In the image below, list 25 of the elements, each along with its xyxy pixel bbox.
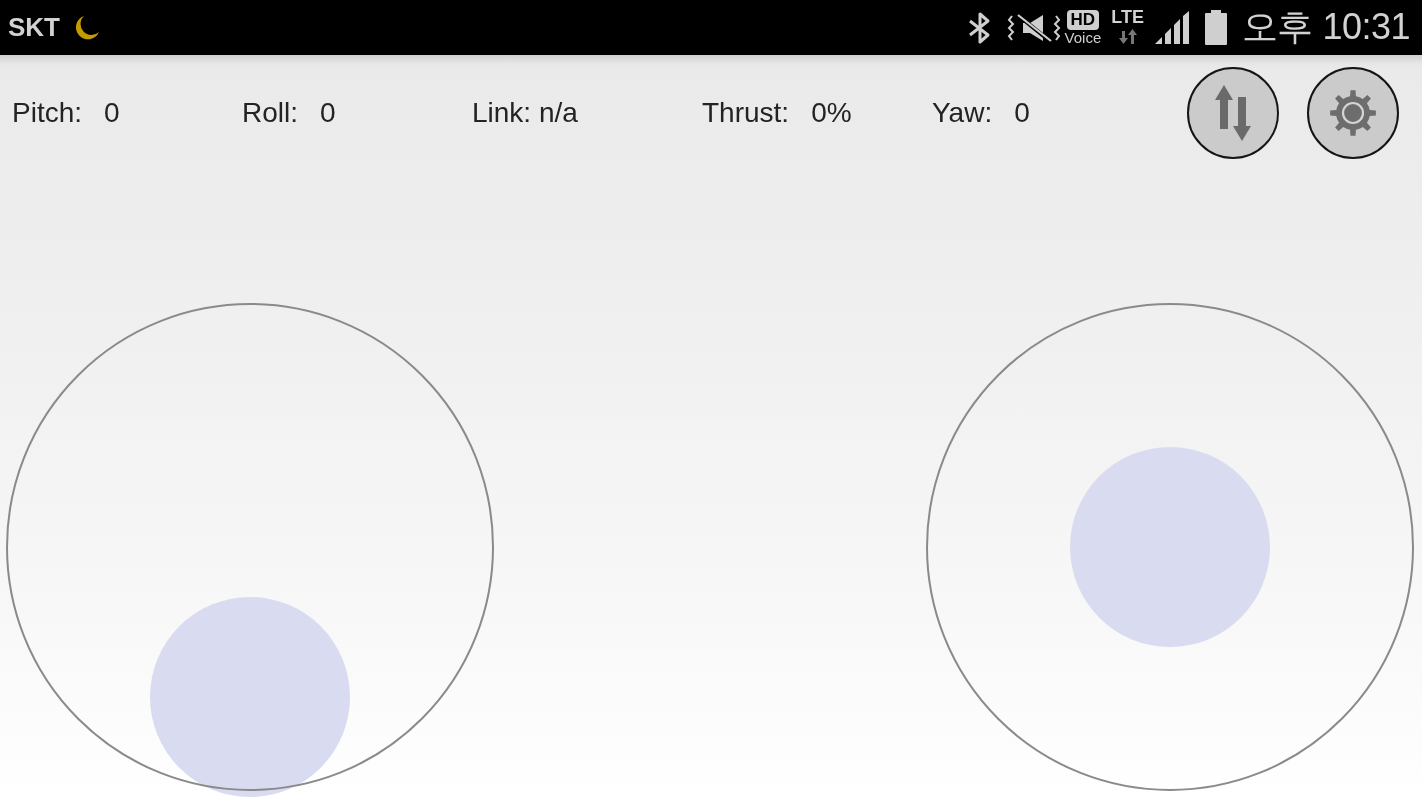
telemetry-label: Pitch: [12, 97, 83, 129]
link-status: Link: n/a [472, 97, 578, 129]
telemetry-value: 0 [320, 97, 336, 129]
telemetry-value: 0 [1014, 97, 1030, 129]
joystick-knob[interactable] [1070, 447, 1270, 647]
telemetry-value: 0 [104, 97, 120, 129]
moon-icon [75, 14, 100, 41]
telemetry-label: Thrust: [702, 97, 790, 129]
telemetry-label: Yaw: [932, 97, 993, 129]
network-type: LTE [1111, 7, 1144, 26]
hd-indicator: HD [1066, 9, 1100, 30]
battery-icon [1203, 10, 1228, 45]
signal-icon [1153, 11, 1190, 44]
carrier-name: SKT [8, 12, 60, 43]
telemetry-value: 0% [811, 97, 852, 129]
joystick-knob[interactable] [150, 597, 350, 797]
up-down-arrows-icon [1215, 85, 1251, 141]
clock: 오후 10:31 [1241, 5, 1410, 49]
data-arrows-icon [1117, 28, 1138, 44]
voice-caption: Voice [1064, 29, 1102, 46]
settings-icon [1330, 90, 1376, 136]
vibrate-muted-icon [1006, 12, 1061, 43]
telemetry-label: Roll: [242, 97, 298, 129]
joystick-ring[interactable] [926, 303, 1414, 791]
joystick-ring[interactable] [6, 303, 494, 791]
